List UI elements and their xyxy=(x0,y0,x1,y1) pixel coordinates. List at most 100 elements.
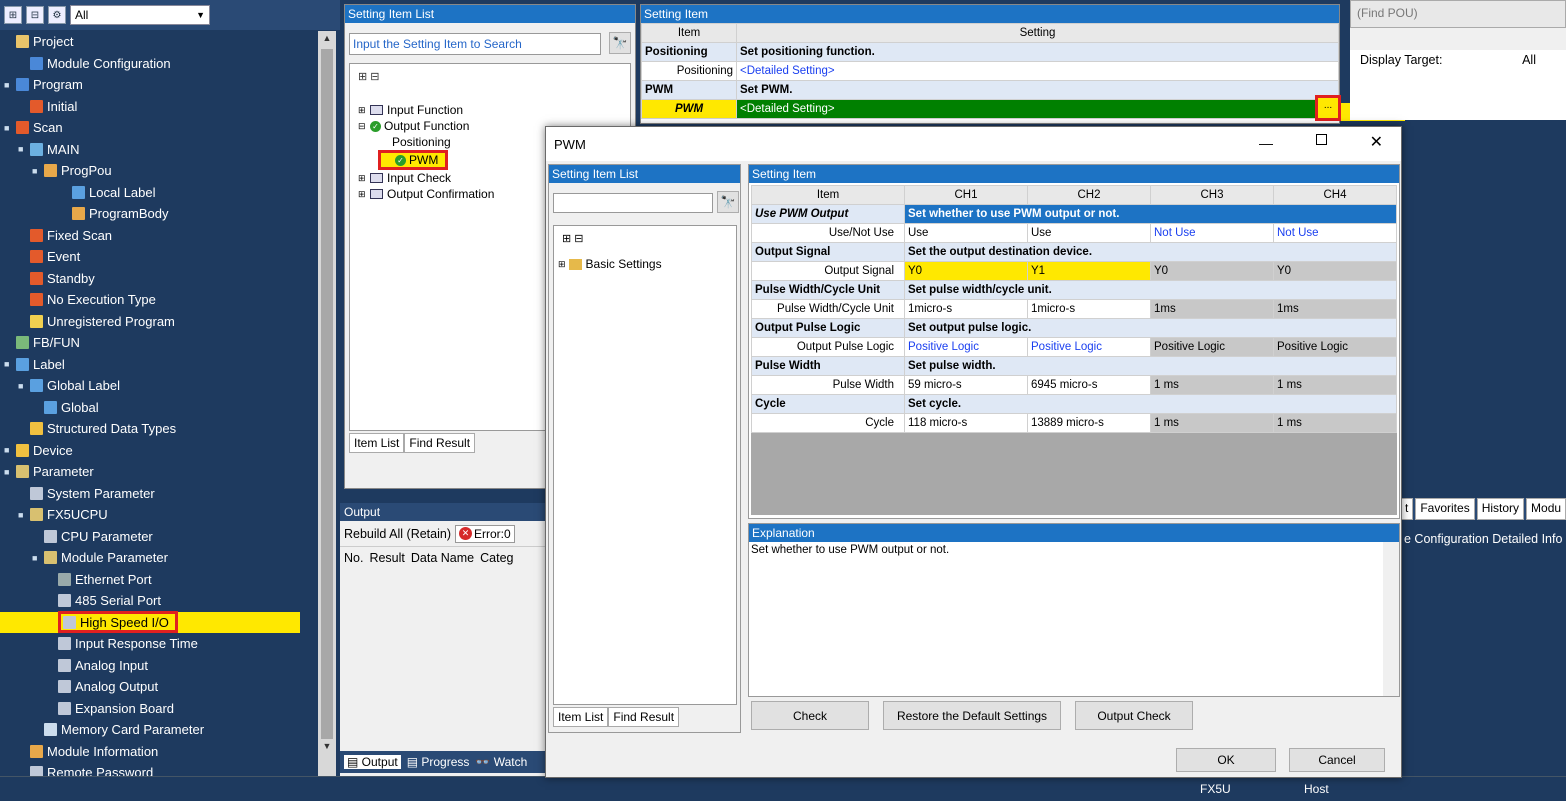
nav-item[interactable]: ■ FX5UCPU xyxy=(0,504,318,526)
tree-expander-icon[interactable]: ⊞ xyxy=(358,189,370,200)
nav-item[interactable]: 485 Serial Port xyxy=(0,590,318,612)
nav-item[interactable]: ■ ProgPou xyxy=(0,160,318,182)
nav-item[interactable]: Input Response Time xyxy=(0,633,318,655)
nav-item[interactable]: ■ Label xyxy=(0,354,318,376)
nav-item[interactable]: Analog Input xyxy=(0,655,318,677)
tree-expand-collapse-icons[interactable]: ⊞ ⊟ xyxy=(358,70,622,83)
tab-progress[interactable]: ▤ Progress xyxy=(407,755,470,769)
pwm-value-row[interactable]: Cycle 118 micro-s 13889 micro-s 1 ms 1 ms xyxy=(751,413,1397,433)
tree-expander-icon[interactable]: ⊟ xyxy=(358,121,370,132)
pwm-ch-value[interactable]: Y0 xyxy=(1273,261,1397,281)
nav-item[interactable]: Global xyxy=(0,397,318,419)
gear-icon[interactable]: ⚙ xyxy=(48,6,66,24)
pwm-ch-value[interactable]: Positive Logic xyxy=(1027,337,1151,357)
pwm-ch-value[interactable]: 13889 micro-s xyxy=(1027,413,1151,433)
nav-item[interactable]: No Execution Type xyxy=(0,289,318,311)
expand-all-icon[interactable]: ⊞ xyxy=(4,6,22,24)
tree-expander-icon[interactable]: ■ xyxy=(4,467,13,477)
tab-watch[interactable]: 👓 Watch xyxy=(475,755,527,769)
pwm-ch-value[interactable]: 59 micro-s xyxy=(904,375,1028,395)
tree-expander-icon[interactable]: ■ xyxy=(18,510,27,520)
dialog-tree-toggle-icons[interactable]: ⊞ ⊟ xyxy=(562,232,728,245)
explanation-scrollbar[interactable] xyxy=(1383,542,1399,696)
pwm-group-row[interactable]: Output Pulse Logic Set output pulse logic… xyxy=(751,318,1397,338)
dialog-search-input[interactable] xyxy=(553,193,713,213)
nav-item[interactable]: Memory Card Parameter xyxy=(0,719,318,741)
expand-icon[interactable]: ⊞ xyxy=(558,259,566,270)
display-target-value[interactable]: All xyxy=(1522,53,1536,67)
nav-item[interactable]: Module Information xyxy=(0,741,318,763)
tree-basic-settings[interactable]: ⊞ Basic Settings xyxy=(558,257,732,271)
pwm-value-row[interactable]: Output Signal Y0 Y1 Y0 Y0 xyxy=(751,261,1397,281)
tab-history[interactable]: History xyxy=(1476,498,1525,520)
nav-item[interactable]: Unregistered Program xyxy=(0,311,318,333)
maximize-icon[interactable] xyxy=(1316,134,1327,145)
pwm-ch-value[interactable]: 1 ms xyxy=(1273,375,1397,395)
dialog-tab-find-result[interactable]: Find Result xyxy=(608,707,680,727)
dialog-tab-item-list[interactable]: Item List xyxy=(553,707,609,727)
nav-item[interactable]: ProgramBody xyxy=(0,203,318,225)
scroll-down-icon[interactable]: ▼ xyxy=(320,741,334,755)
pwm-ch-value[interactable]: Positive Logic xyxy=(1150,337,1274,357)
setting-tree-item[interactable]: ⊞ Input Check xyxy=(358,170,494,186)
pwm-ch-value[interactable]: 1 ms xyxy=(1150,375,1274,395)
nav-filter-select[interactable]: All ▼ xyxy=(70,5,210,25)
nav-item[interactable]: ■ MAIN xyxy=(0,139,318,161)
tree-expander-icon[interactable]: ⊞ xyxy=(358,173,370,184)
pwm-ch-value[interactable]: Y0 xyxy=(904,261,1028,281)
restore-defaults-button[interactable]: Restore the Default Settings xyxy=(883,701,1061,730)
setting-row-value[interactable]: <Detailed Setting> xyxy=(736,61,1339,81)
nav-item[interactable]: ■ Device xyxy=(0,440,318,462)
pwm-ch-value[interactable]: 118 micro-s xyxy=(904,413,1028,433)
setting-row[interactable]: Positioning Set positioning function. xyxy=(641,42,1339,62)
output-col-header[interactable]: Data Name xyxy=(411,551,474,565)
pwm-ch-value[interactable]: 1ms xyxy=(1273,299,1397,319)
pwm-ch-value[interactable]: 6945 micro-s xyxy=(1027,375,1151,395)
tree-expander-icon[interactable]: ⊞ xyxy=(358,105,370,116)
nav-item[interactable]: Standby xyxy=(0,268,318,290)
ok-button[interactable]: OK xyxy=(1176,748,1276,772)
pwm-ch-value[interactable]: Y0 xyxy=(1150,261,1274,281)
tab-module[interactable]: Modu xyxy=(1526,498,1566,520)
nav-item[interactable]: High Speed I/O xyxy=(0,611,300,634)
setting-tree-item[interactable]: ⊞ Output Confirmation xyxy=(358,186,494,202)
setting-row-value[interactable]: Set PWM. xyxy=(736,80,1339,100)
error-filter-button[interactable]: ✕ Error:0 xyxy=(455,524,515,543)
nav-item[interactable]: CPU Parameter xyxy=(0,526,318,548)
pwm-group-row[interactable]: Cycle Set cycle. xyxy=(751,394,1397,414)
setting-row[interactable]: PWM Set PWM. xyxy=(641,80,1339,100)
nav-item[interactable]: Project xyxy=(0,31,318,53)
setting-row[interactable]: Positioning <Detailed Setting> xyxy=(641,61,1339,81)
pwm-group-row[interactable]: Pulse Width/Cycle Unit Set pulse width/cy… xyxy=(751,280,1397,300)
pwm-value-row[interactable]: Pulse Width 59 micro-s 6945 micro-s 1 ms 1 m… xyxy=(751,375,1397,395)
tree-expander-icon[interactable]: ■ xyxy=(4,80,13,90)
tree-expander-icon[interactable]: ■ xyxy=(32,166,41,176)
setting-row[interactable]: PWM <Detailed Setting> xyxy=(641,99,1339,119)
close-icon[interactable]: ✕ xyxy=(1370,132,1383,152)
pwm-ch-value[interactable]: 1micro-s xyxy=(904,299,1028,319)
pwm-ch-value[interactable]: Positive Logic xyxy=(904,337,1028,357)
setting-row-value[interactable]: <Detailed Setting> xyxy=(736,99,1339,119)
tree-expander-icon[interactable]: ■ xyxy=(18,381,27,391)
tree-expander-icon[interactable]: ■ xyxy=(18,144,27,154)
pwm-ch-value[interactable]: Not Use xyxy=(1150,223,1274,243)
nav-scrollbar[interactable]: ▲ ▼ xyxy=(318,31,336,785)
nav-item[interactable]: ■ Parameter xyxy=(0,461,318,483)
nav-item[interactable]: System Parameter xyxy=(0,483,318,505)
nav-item[interactable]: Expansion Board xyxy=(0,698,318,720)
pwm-group-row[interactable]: Output Signal Set the output destination … xyxy=(751,242,1397,262)
nav-item[interactable]: Fixed Scan xyxy=(0,225,318,247)
nav-item[interactable]: ■ Module Parameter xyxy=(0,547,318,569)
pwm-value-row[interactable]: Use/Not Use Use Use Not Use Not Use xyxy=(751,223,1397,243)
pwm-ch-value[interactable]: 1ms xyxy=(1150,299,1274,319)
detailed-setting-ellipsis-button[interactable]: ... xyxy=(1315,95,1341,121)
scroll-up-icon[interactable]: ▲ xyxy=(320,33,334,47)
nav-item[interactable]: Analog Output xyxy=(0,676,318,698)
setting-tree-item[interactable]: ⊟ ✓ Output Function xyxy=(358,118,494,134)
tab-favorites[interactable]: Favorites xyxy=(1415,498,1475,520)
nav-item[interactable]: ■ Global Label xyxy=(0,375,318,397)
tab-item-list[interactable]: Item List xyxy=(349,433,405,453)
find-pou-input[interactable]: (Find POU) xyxy=(1350,0,1566,28)
cancel-button[interactable]: Cancel xyxy=(1289,748,1385,772)
pwm-ch-value[interactable]: Y1 xyxy=(1027,261,1151,281)
